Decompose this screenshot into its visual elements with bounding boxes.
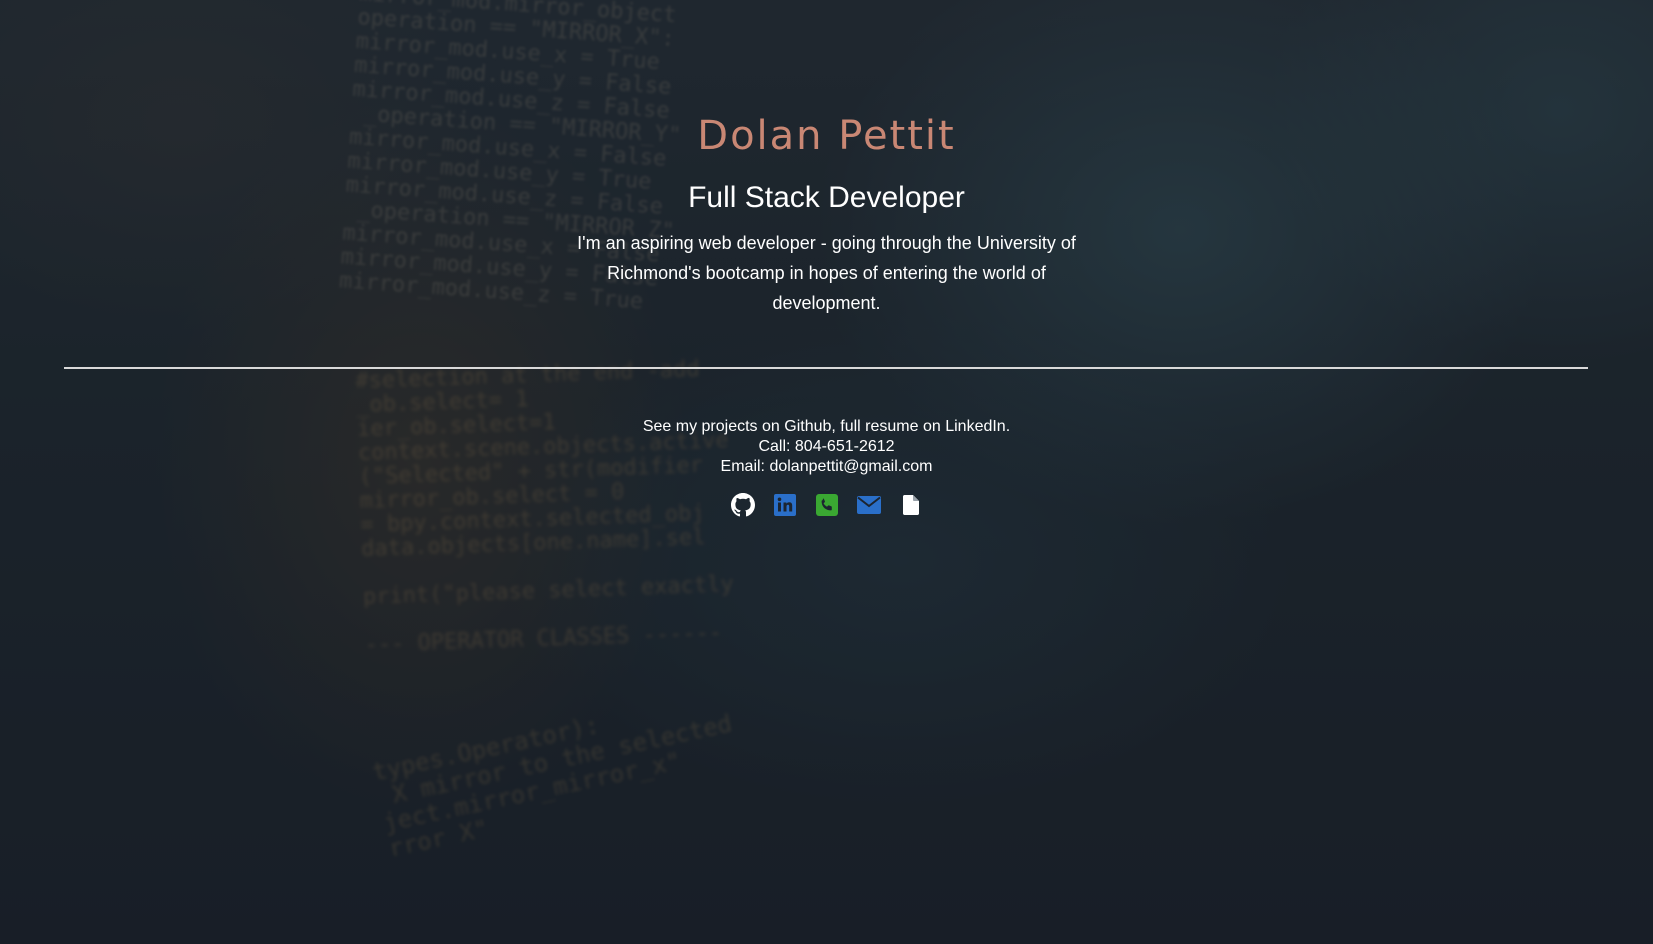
github-icon [730, 493, 755, 517]
linkedin-link[interactable] [773, 493, 797, 517]
page-content: Dolan Pettit Full Stack Developer I'm an… [0, 0, 1653, 944]
social-icons-row [0, 493, 1653, 517]
email-icon [856, 496, 881, 514]
hero-section: Dolan Pettit Full Stack Developer I'm an… [0, 108, 1653, 318]
linkedin-icon [773, 494, 796, 516]
email-link[interactable] [856, 493, 881, 517]
job-title: Full Stack Developer [688, 181, 965, 214]
github-link[interactable] [730, 493, 755, 517]
developer-name: Dolan Pettit [697, 113, 956, 159]
contact-section: See my projects on Github, full resume o… [0, 417, 1653, 517]
phone-icon [815, 494, 838, 516]
intro-text: I'm an aspiring web developer - going th… [577, 233, 1076, 313]
phone-link[interactable] [815, 493, 839, 517]
email-line: Email: dolanpettit@gmail.com [720, 458, 933, 475]
projects-line: See my projects on Github, full resume o… [642, 418, 1011, 435]
resume-link[interactable] [899, 493, 923, 517]
resume-file-icon [902, 495, 919, 515]
section-divider [64, 367, 1588, 369]
call-line: Call: 804-651-2612 [758, 438, 895, 455]
